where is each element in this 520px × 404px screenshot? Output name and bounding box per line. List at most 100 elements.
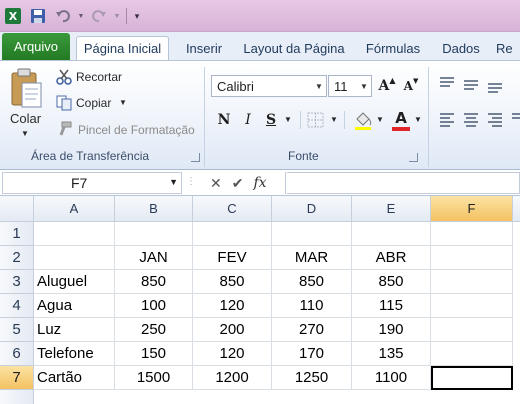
row-header-7[interactable]: 7 [0,366,34,390]
cell-b4[interactable]: 100 [115,294,193,318]
cell-f2[interactable] [431,246,513,270]
column-header-c[interactable]: C [193,196,272,222]
bold-button[interactable]: N [213,109,235,131]
splitter-handle[interactable]: ⋮ [186,176,196,190]
align-middle-icon[interactable] [462,75,480,93]
underline-dropdown-icon[interactable]: ▼ [284,115,292,124]
cell-d4[interactable]: 110 [272,294,352,318]
undo-icon[interactable] [52,5,74,27]
copy-dropdown-icon[interactable]: ▼ [119,98,127,107]
fill-color-icon[interactable] [352,109,374,131]
cell-f4[interactable] [431,294,513,318]
cell-c2[interactable]: FEV [193,246,272,270]
enter-icon[interactable]: ✔ [232,175,244,192]
grow-font-button[interactable]: A ▲ [376,75,398,97]
chevron-down-icon[interactable]: ▼ [312,76,326,96]
cell-d7[interactable]: 1250 [272,366,352,390]
paste-dropdown-icon[interactable]: ▼ [21,129,29,138]
cut-button[interactable]: Recortar [76,70,122,84]
align-bottom-icon[interactable] [486,75,504,93]
cell-d5[interactable]: 270 [272,318,352,342]
font-color-dropdown-icon[interactable]: ▼ [414,115,422,124]
copy-button[interactable]: Copiar [76,96,111,110]
row-header-4[interactable]: 4 [0,294,34,318]
cell-e5[interactable]: 190 [352,318,431,342]
align-top-icon[interactable] [438,75,456,93]
cell-a1[interactable] [34,222,115,246]
cell-d6[interactable]: 170 [272,342,352,366]
align-center-icon[interactable] [462,111,480,129]
tab-insert[interactable]: Inserir [176,36,232,60]
paste-button-label[interactable]: Colar [10,111,41,126]
cancel-icon[interactable]: ✕ [210,175,222,192]
cell-b2[interactable]: JAN [115,246,193,270]
cell-c6[interactable]: 120 [193,342,272,366]
tab-review[interactable]: Re [496,36,520,60]
cell-d3[interactable]: 850 [272,270,352,294]
borders-dropdown-icon[interactable]: ▼ [330,115,338,124]
column-header-a[interactable]: A [34,196,115,222]
cell-c4[interactable]: 120 [193,294,272,318]
cell-c7[interactable]: 1200 [193,366,272,390]
tab-formulas[interactable]: Fórmulas [356,36,430,60]
cell-b3[interactable]: 850 [115,270,193,294]
column-header-d[interactable]: D [272,196,352,222]
font-size-combo[interactable]: 11 ▼ [328,75,372,97]
cell-b1[interactable] [115,222,193,246]
cell-c1[interactable] [193,222,272,246]
column-header-b[interactable]: B [115,196,193,222]
redo-dropdown-icon[interactable]: ▼ [113,5,121,27]
cell-b6[interactable]: 150 [115,342,193,366]
customize-toolbar-icon[interactable]: ▾ [132,5,142,27]
format-painter-button[interactable]: Pincel de Formatação [78,123,195,137]
borders-icon[interactable] [306,111,326,129]
insert-function-button[interactable]: fx [253,175,266,191]
active-cell-f7[interactable] [431,366,513,390]
cell-e3[interactable]: 850 [352,270,431,294]
cell-b7[interactable]: 1500 [115,366,193,390]
font-color-button[interactable]: A [390,107,412,129]
cell-a4[interactable]: Agua [34,294,115,318]
column-header-g[interactable] [513,196,520,222]
cell-e4[interactable]: 115 [352,294,431,318]
cell-a3[interactable]: Aluguel [34,270,115,294]
scissors-icon[interactable] [56,69,72,85]
excel-logo-icon[interactable]: X [2,5,24,27]
select-all-corner[interactable] [0,196,34,222]
align-left-icon[interactable] [438,111,456,129]
cell-e6[interactable]: 135 [352,342,431,366]
column-header-e[interactable]: E [352,196,431,222]
row-header-5[interactable]: 5 [0,318,34,342]
cell-f5[interactable] [431,318,513,342]
row-header-2[interactable]: 2 [0,246,34,270]
save-icon[interactable] [27,5,49,27]
cell-a5[interactable]: Luz [34,318,115,342]
cell-a2[interactable] [34,246,115,270]
cell-d1[interactable] [272,222,352,246]
row-header-3[interactable]: 3 [0,270,34,294]
redo-icon[interactable] [88,5,110,27]
cell-f6[interactable] [431,342,513,366]
format-painter-icon[interactable] [56,121,72,137]
cell-c3[interactable]: 850 [193,270,272,294]
paste-icon[interactable] [8,67,44,111]
cell-a7[interactable]: Cartão [34,366,115,390]
tab-file[interactable]: Arquivo [2,33,70,60]
copy-icon[interactable] [56,95,72,111]
row-header-8[interactable] [0,390,34,404]
name-box[interactable]: F7 ▼ [2,172,182,194]
shrink-font-button[interactable]: A ▼ [400,75,422,97]
undo-dropdown-icon[interactable]: ▼ [77,5,85,27]
row-header-1[interactable]: 1 [0,222,34,246]
formula-input[interactable] [287,172,520,194]
cell-e2[interactable]: ABR [352,246,431,270]
chevron-down-icon[interactable]: ▼ [169,177,178,187]
clipboard-launcher-icon[interactable] [191,153,200,162]
chevron-down-icon[interactable]: ▼ [357,76,371,96]
column-header-f[interactable]: F [431,196,513,222]
italic-button[interactable]: I [237,109,259,131]
tab-page-layout[interactable]: Layout da Página [236,36,352,60]
cell-d2[interactable]: MAR [272,246,352,270]
tab-home[interactable]: Página Inicial [76,36,169,60]
cell-c5[interactable]: 200 [193,318,272,342]
